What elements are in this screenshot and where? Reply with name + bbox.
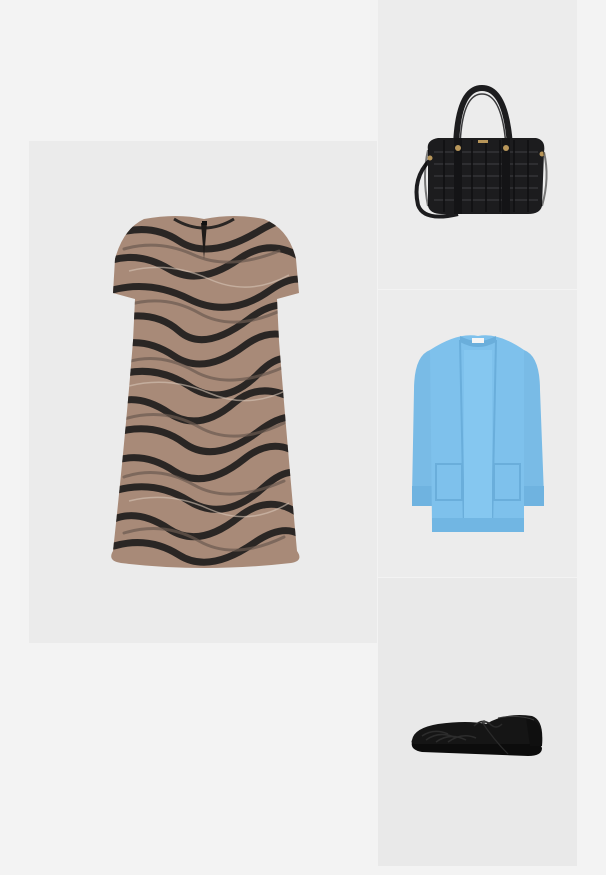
outfit-board — [0, 0, 606, 875]
dress-product-tile[interactable] — [29, 141, 377, 643]
cardigan-product-tile[interactable] — [378, 290, 577, 577]
shoe-product-tile[interactable] — [378, 578, 577, 866]
dress-image — [111, 216, 300, 568]
bag-product-tile[interactable] — [378, 0, 577, 289]
bag-image — [414, 84, 548, 219]
shoe-image — [411, 715, 543, 756]
cardigan-image — [412, 335, 544, 532]
